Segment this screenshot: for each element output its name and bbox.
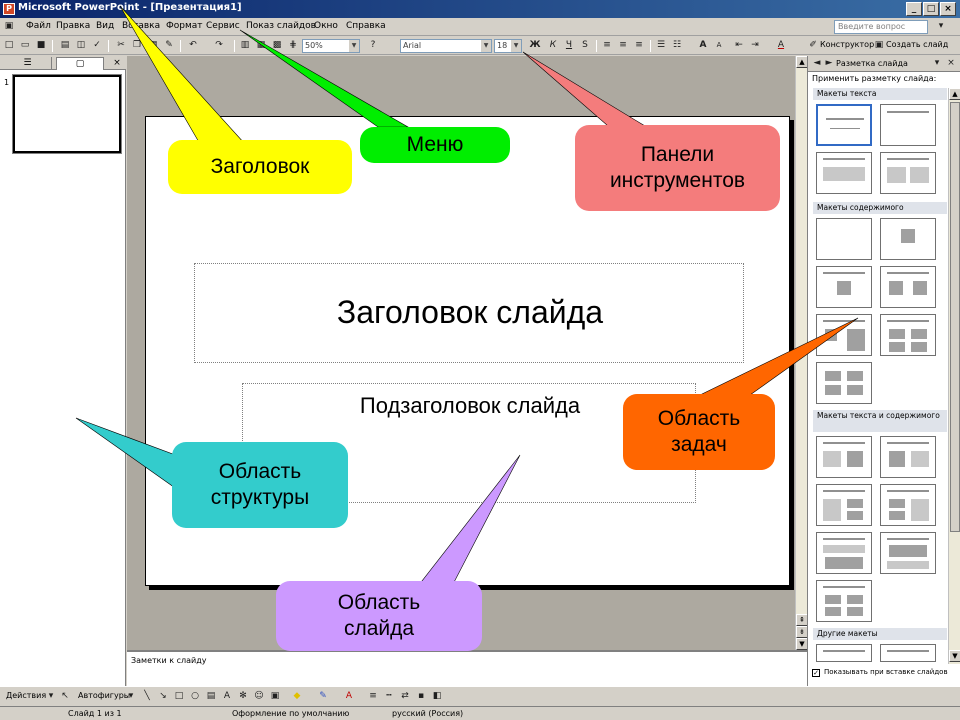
slide-callout-pointer [414,454,521,591]
title-callout: Заголовок [168,140,352,194]
title-callout-pointer [119,5,246,145]
toolbars-callout: Панели инструментов [575,125,780,211]
structure-callout-pointer [75,417,179,491]
toolbars-callout-pointer [522,51,647,127]
menu-callout-pointer [239,29,410,128]
structure-area-callout: Область структуры [172,442,348,528]
task-area-callout: Область задач [623,394,775,470]
menu-callout: Меню [360,127,510,163]
powerpoint-window: P Microsoft PowerPoint - [Презентация1] … [0,0,960,720]
slide-area-callout: Область слайда [276,581,482,651]
